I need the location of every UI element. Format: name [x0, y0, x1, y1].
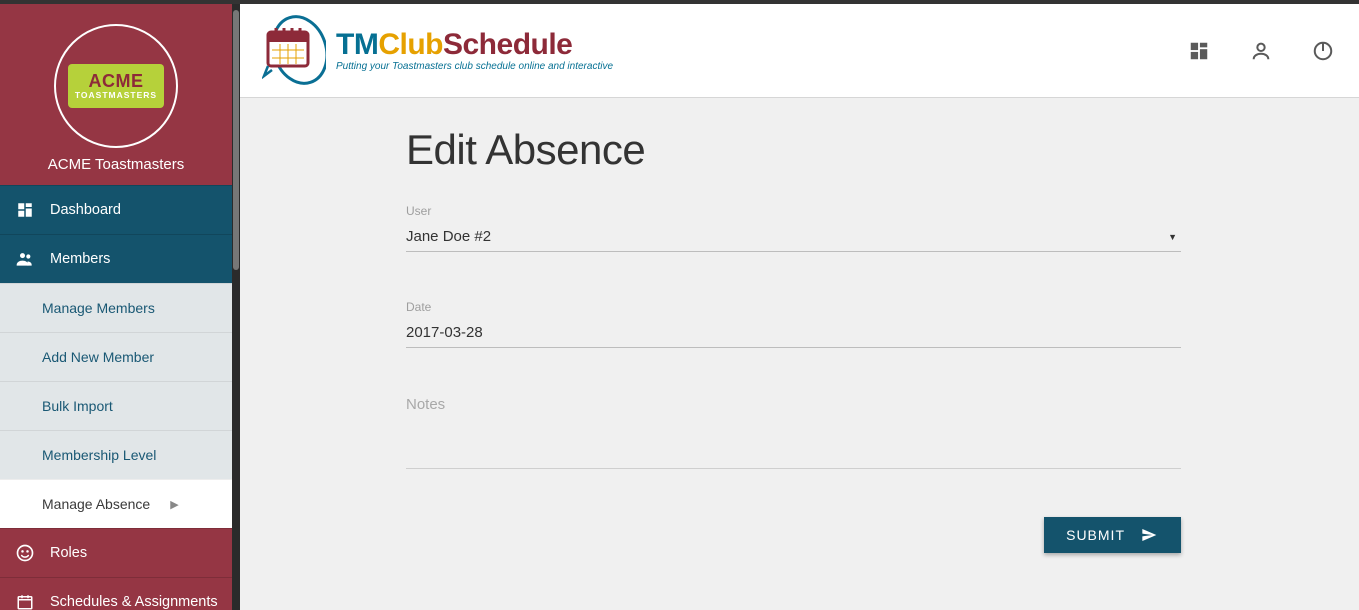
subnav-item-label: Add New Member	[42, 349, 154, 365]
apps-button[interactable]	[1185, 37, 1213, 65]
sidebar-item-label: Dashboard	[50, 202, 121, 218]
subnav-membership-level[interactable]: Membership Level	[0, 430, 232, 479]
dashboard-icon	[14, 201, 36, 219]
date-input[interactable]	[406, 320, 1181, 348]
club-brand: ACME TOASTMASTERS ACME Toastmasters	[0, 4, 232, 185]
app-logo: TMClubSchedule Putting your Toastmasters…	[262, 14, 613, 88]
user-field-label: User	[406, 204, 1181, 218]
logo-word-tm: TM	[336, 28, 378, 61]
notes-field: Notes	[406, 396, 1181, 469]
app-logo-mark	[262, 14, 326, 88]
sidebar-nav: Dashboard Members Manage Members Add New…	[0, 185, 232, 610]
logo-word-club: Club	[378, 28, 443, 61]
roles-icon	[14, 543, 36, 563]
power-icon	[1312, 40, 1334, 62]
subnav-manage-members[interactable]: Manage Members	[0, 283, 232, 332]
notes-field-label: Notes	[406, 396, 1181, 413]
edit-absence-form: Edit Absence User ▼ Date Notes SUBMIT	[406, 126, 1181, 553]
apps-icon	[1188, 40, 1210, 62]
notes-input[interactable]	[406, 441, 1181, 469]
subnav-add-new-member[interactable]: Add New Member	[0, 332, 232, 381]
main-area: TMClubSchedule Putting your Toastmasters…	[240, 4, 1359, 610]
submit-button-label: SUBMIT	[1066, 527, 1125, 543]
triangle-right-icon: ▶	[170, 498, 178, 511]
content: Edit Absence User ▼ Date Notes SUBMIT	[240, 98, 1359, 610]
subnav-item-label: Manage Absence	[42, 496, 150, 512]
sidebar-scrollbar-thumb[interactable]	[233, 10, 239, 270]
sidebar-item-label: Roles	[50, 545, 87, 561]
submit-button[interactable]: SUBMIT	[1044, 517, 1181, 553]
page-title: Edit Absence	[406, 126, 1181, 174]
user-select[interactable]	[406, 224, 1181, 252]
sidebar-item-roles[interactable]: Roles	[0, 528, 232, 577]
user-field: User ▼	[406, 204, 1181, 252]
submit-row: SUBMIT	[406, 517, 1181, 553]
logo-tagline: Putting your Toastmasters club schedule …	[336, 62, 613, 72]
sidebar-item-schedules[interactable]: Schedules & Assignments	[0, 577, 232, 610]
date-field-label: Date	[406, 300, 1181, 314]
calendar-icon	[14, 593, 36, 610]
send-icon	[1139, 527, 1159, 543]
subnav-item-label: Bulk Import	[42, 398, 113, 414]
logout-button[interactable]	[1309, 37, 1337, 65]
club-logo-line2: TOASTMASTERS	[75, 91, 157, 100]
sidebar-item-label: Schedules & Assignments	[50, 594, 218, 610]
subnav-manage-absence[interactable]: Manage Absence ▶	[0, 479, 232, 528]
date-field: Date	[406, 300, 1181, 348]
club-name: ACME Toastmasters	[48, 156, 184, 173]
club-logo: ACME TOASTMASTERS	[54, 24, 178, 148]
subnav-item-label: Manage Members	[42, 300, 155, 316]
app-logo-wordmark: TMClubSchedule Putting your Toastmasters…	[336, 30, 613, 72]
club-logo-line1: ACME	[89, 72, 144, 91]
subnav-bulk-import[interactable]: Bulk Import	[0, 381, 232, 430]
sidebar-item-label: Members	[50, 251, 110, 267]
profile-button[interactable]	[1247, 37, 1275, 65]
subnav-item-label: Membership Level	[42, 447, 156, 463]
members-icon	[14, 249, 36, 269]
sidebar-item-members[interactable]: Members	[0, 234, 232, 283]
person-icon	[1250, 40, 1272, 62]
logo-word-schedule: Schedule	[443, 28, 572, 61]
sidebar-item-dashboard[interactable]: Dashboard	[0, 185, 232, 234]
topbar: TMClubSchedule Putting your Toastmasters…	[240, 4, 1359, 98]
sidebar: ACME TOASTMASTERS ACME Toastmasters Dash…	[0, 4, 240, 610]
topbar-actions	[1185, 37, 1337, 65]
members-submenu: Manage Members Add New Member Bulk Impor…	[0, 283, 232, 528]
club-logo-inner: ACME TOASTMASTERS	[68, 64, 164, 108]
